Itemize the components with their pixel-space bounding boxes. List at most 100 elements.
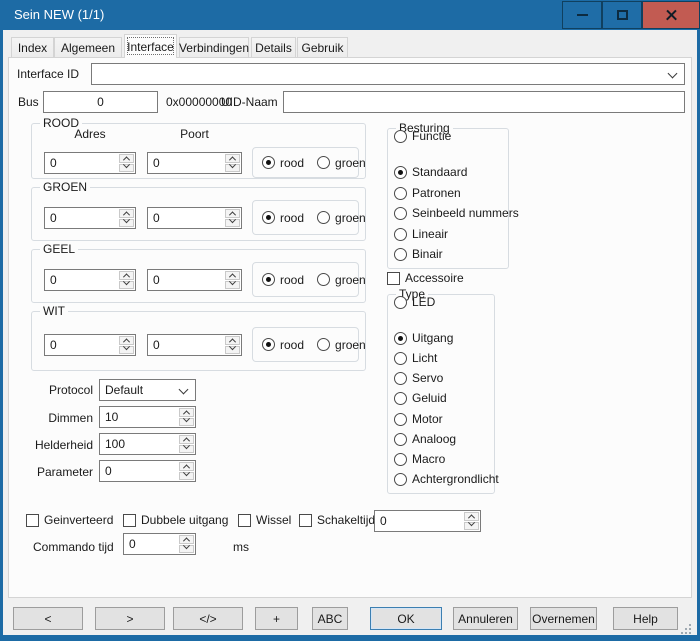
abc-button[interactable]: ABC xyxy=(312,607,348,630)
spin-down-button[interactable] xyxy=(179,472,194,481)
groen-adres-spinner[interactable] xyxy=(44,207,136,229)
radio-uitgang[interactable]: Uitgang xyxy=(394,331,453,345)
maximize-icon xyxy=(617,10,628,20)
checkbox-icon xyxy=(26,514,39,527)
radio-achtergrondlicht[interactable]: Achtergrondlicht xyxy=(394,472,499,486)
radio-lineair[interactable]: Lineair xyxy=(394,227,448,241)
ok-button[interactable]: OK xyxy=(370,607,442,630)
previous-button[interactable]: < xyxy=(13,607,83,630)
close-button[interactable] xyxy=(642,1,700,29)
schakeltijd-input[interactable] xyxy=(375,511,463,531)
commando-tijd-spinner[interactable] xyxy=(123,533,196,555)
radio-binair[interactable]: Binair xyxy=(394,247,443,261)
resize-grip-icon[interactable] xyxy=(679,622,691,634)
maximize-button[interactable] xyxy=(602,1,642,29)
radio-patronen[interactable]: Patronen xyxy=(394,186,461,200)
spin-down-button[interactable] xyxy=(464,522,479,531)
code-button[interactable]: </> xyxy=(173,607,243,630)
tab-algemeen[interactable]: Algemeen xyxy=(54,37,122,57)
rood-adres-spinner[interactable] xyxy=(44,152,136,174)
helderheid-spinner[interactable] xyxy=(99,433,196,455)
spin-down-button[interactable] xyxy=(119,164,134,173)
add-button[interactable]: + xyxy=(255,607,298,630)
bus-input[interactable] xyxy=(43,91,158,113)
commando-tijd-input[interactable] xyxy=(124,534,178,554)
cancel-button[interactable]: Annuleren xyxy=(453,607,518,630)
protocol-dropdown[interactable]: Default xyxy=(99,379,196,401)
wit-poort-input[interactable] xyxy=(148,335,224,355)
geel-poort-input[interactable] xyxy=(148,270,224,290)
tab-details[interactable]: Details xyxy=(251,37,296,57)
next-button[interactable]: > xyxy=(95,607,165,630)
radio-seinbeeld-nummers[interactable]: Seinbeeld nummers xyxy=(394,206,519,220)
radio-led[interactable]: LED xyxy=(394,295,435,309)
radio-label: Servo xyxy=(412,371,443,385)
geinverteerd-checkbox[interactable]: Geinverteerd xyxy=(26,513,113,527)
wit-adres-spinner[interactable] xyxy=(44,334,136,356)
geel-adres-input[interactable] xyxy=(45,270,118,290)
spin-down-button[interactable] xyxy=(179,418,194,427)
wissel-checkbox[interactable]: Wissel xyxy=(238,513,291,527)
radio-standaard[interactable]: Standaard xyxy=(394,165,467,179)
parameter-input[interactable] xyxy=(100,461,178,481)
parameter-spinner[interactable] xyxy=(99,460,196,482)
radio-label: Lineair xyxy=(412,227,448,241)
tab-interface[interactable]: Interface xyxy=(124,34,177,58)
uid-naam-input[interactable] xyxy=(283,91,685,113)
spin-down-button[interactable] xyxy=(225,164,240,173)
radio-functie[interactable]: Functie xyxy=(394,129,451,143)
geel-poort-spinner[interactable] xyxy=(147,269,242,291)
radio-analoog[interactable]: Analoog xyxy=(394,432,456,446)
radio-macro[interactable]: Macro xyxy=(394,452,445,466)
interface-id-combobox[interactable] xyxy=(91,63,685,85)
radio-icon xyxy=(394,413,407,426)
accessoire-checkbox[interactable]: Accessoire xyxy=(387,271,464,285)
geel-adres-spinner[interactable] xyxy=(44,269,136,291)
help-button[interactable]: Help xyxy=(613,607,678,630)
schakeltijd-spinner[interactable] xyxy=(374,510,481,532)
wit-adres-input[interactable] xyxy=(45,335,118,355)
radio-icon xyxy=(394,166,407,179)
radio-rood[interactable]: rood xyxy=(262,156,304,170)
spin-down-button[interactable] xyxy=(179,445,194,454)
radio-label: rood xyxy=(280,156,304,170)
radio-groen[interactable]: groen xyxy=(317,273,366,287)
minimize-button[interactable] xyxy=(562,1,602,29)
spin-down-button[interactable] xyxy=(225,281,240,290)
window-title: Sein NEW (1/1) xyxy=(14,0,104,30)
rood-poort-input[interactable] xyxy=(148,153,224,173)
schakeltijd-checkbox[interactable]: Schakeltijd xyxy=(299,513,375,527)
chevron-down-icon xyxy=(179,385,189,395)
dimmen-input[interactable] xyxy=(100,407,178,427)
rood-poort-spinner[interactable] xyxy=(147,152,242,174)
spin-down-button[interactable] xyxy=(225,346,240,355)
apply-button[interactable]: Overnemen xyxy=(530,607,597,630)
wit-poort-spinner[interactable] xyxy=(147,334,242,356)
spin-down-button[interactable] xyxy=(119,281,134,290)
tab-index[interactable]: Index xyxy=(11,37,54,57)
groen-poort-input[interactable] xyxy=(148,208,224,228)
rood-adres-input[interactable] xyxy=(45,153,118,173)
radio-rood[interactable]: rood xyxy=(262,273,304,287)
tab-gebruik[interactable]: Gebruik xyxy=(297,37,348,57)
radio-motor[interactable]: Motor xyxy=(394,412,443,426)
radio-icon xyxy=(317,211,330,224)
radio-groen[interactable]: groen xyxy=(317,211,366,225)
groen-poort-spinner[interactable] xyxy=(147,207,242,229)
spin-down-button[interactable] xyxy=(119,346,134,355)
spin-down-button[interactable] xyxy=(179,545,194,554)
radio-rood[interactable]: rood xyxy=(262,211,304,225)
radio-groen[interactable]: groen xyxy=(317,156,366,170)
radio-rood[interactable]: rood xyxy=(262,338,304,352)
tab-verbindingen[interactable]: Verbindingen xyxy=(179,37,249,57)
radio-licht[interactable]: Licht xyxy=(394,351,437,365)
dimmen-spinner[interactable] xyxy=(99,406,196,428)
radio-servo[interactable]: Servo xyxy=(394,371,443,385)
radio-groen[interactable]: groen xyxy=(317,338,366,352)
dubbele-uitgang-checkbox[interactable]: Dubbele uitgang xyxy=(123,513,228,527)
radio-geluid[interactable]: Geluid xyxy=(394,391,447,405)
groen-adres-input[interactable] xyxy=(45,208,118,228)
spin-down-button[interactable] xyxy=(225,219,240,228)
spin-down-button[interactable] xyxy=(119,219,134,228)
helderheid-input[interactable] xyxy=(100,434,178,454)
